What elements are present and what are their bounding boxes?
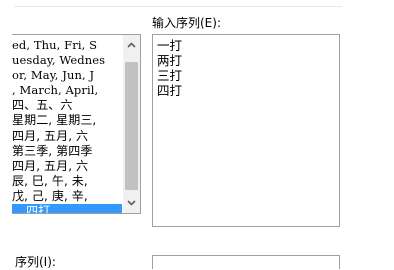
list-scrollbar[interactable] [123, 35, 140, 213]
custom-lists-rows: ed, Thu, Fri, S uesday, Wednes or, May, … [12, 38, 122, 213]
chevron-up-icon[interactable] [123, 36, 140, 53]
list-item[interactable]: 第三季, 第四季 [12, 144, 122, 159]
list-entries-textarea[interactable]: 一打 两打 三打 四打 [152, 34, 340, 227]
entry-line: 三打 [157, 68, 183, 83]
scrollbar-thumb[interactable] [125, 62, 138, 190]
divider [14, 6, 342, 7]
list-item[interactable]: 星期二, 星期三, [12, 113, 122, 128]
chevron-down-icon[interactable] [123, 194, 140, 211]
list-item[interactable]: 四月, 五月, 六 [12, 129, 122, 144]
list-entries-label: 输入序列(E): [152, 16, 221, 30]
list-item[interactable]: 辰, 巳, 午, 未, [12, 174, 122, 189]
entry-line: 四打 [157, 83, 183, 98]
list-item[interactable]: ed, Thu, Fri, S [12, 38, 122, 53]
list-item[interactable]: , March, April, [12, 83, 122, 98]
list-item[interactable]: 四、五、六 [12, 98, 122, 113]
list-item[interactable]: or, May, Jun, J [12, 68, 122, 83]
list-item[interactable]: 四月, 五月, 六 [12, 159, 122, 174]
import-label: 序列(I): [15, 255, 56, 269]
entry-line: 一打 [157, 38, 183, 53]
entry-line: 两打 [157, 53, 183, 68]
list-item-selected[interactable]: 四打 [12, 204, 122, 213]
list-item[interactable]: uesday, Wednes [12, 53, 122, 68]
list-item[interactable]: 戊, 己, 庚, 辛, [12, 189, 122, 204]
custom-lists-box[interactable]: ed, Thu, Fri, S uesday, Wednes or, May, … [12, 34, 141, 214]
